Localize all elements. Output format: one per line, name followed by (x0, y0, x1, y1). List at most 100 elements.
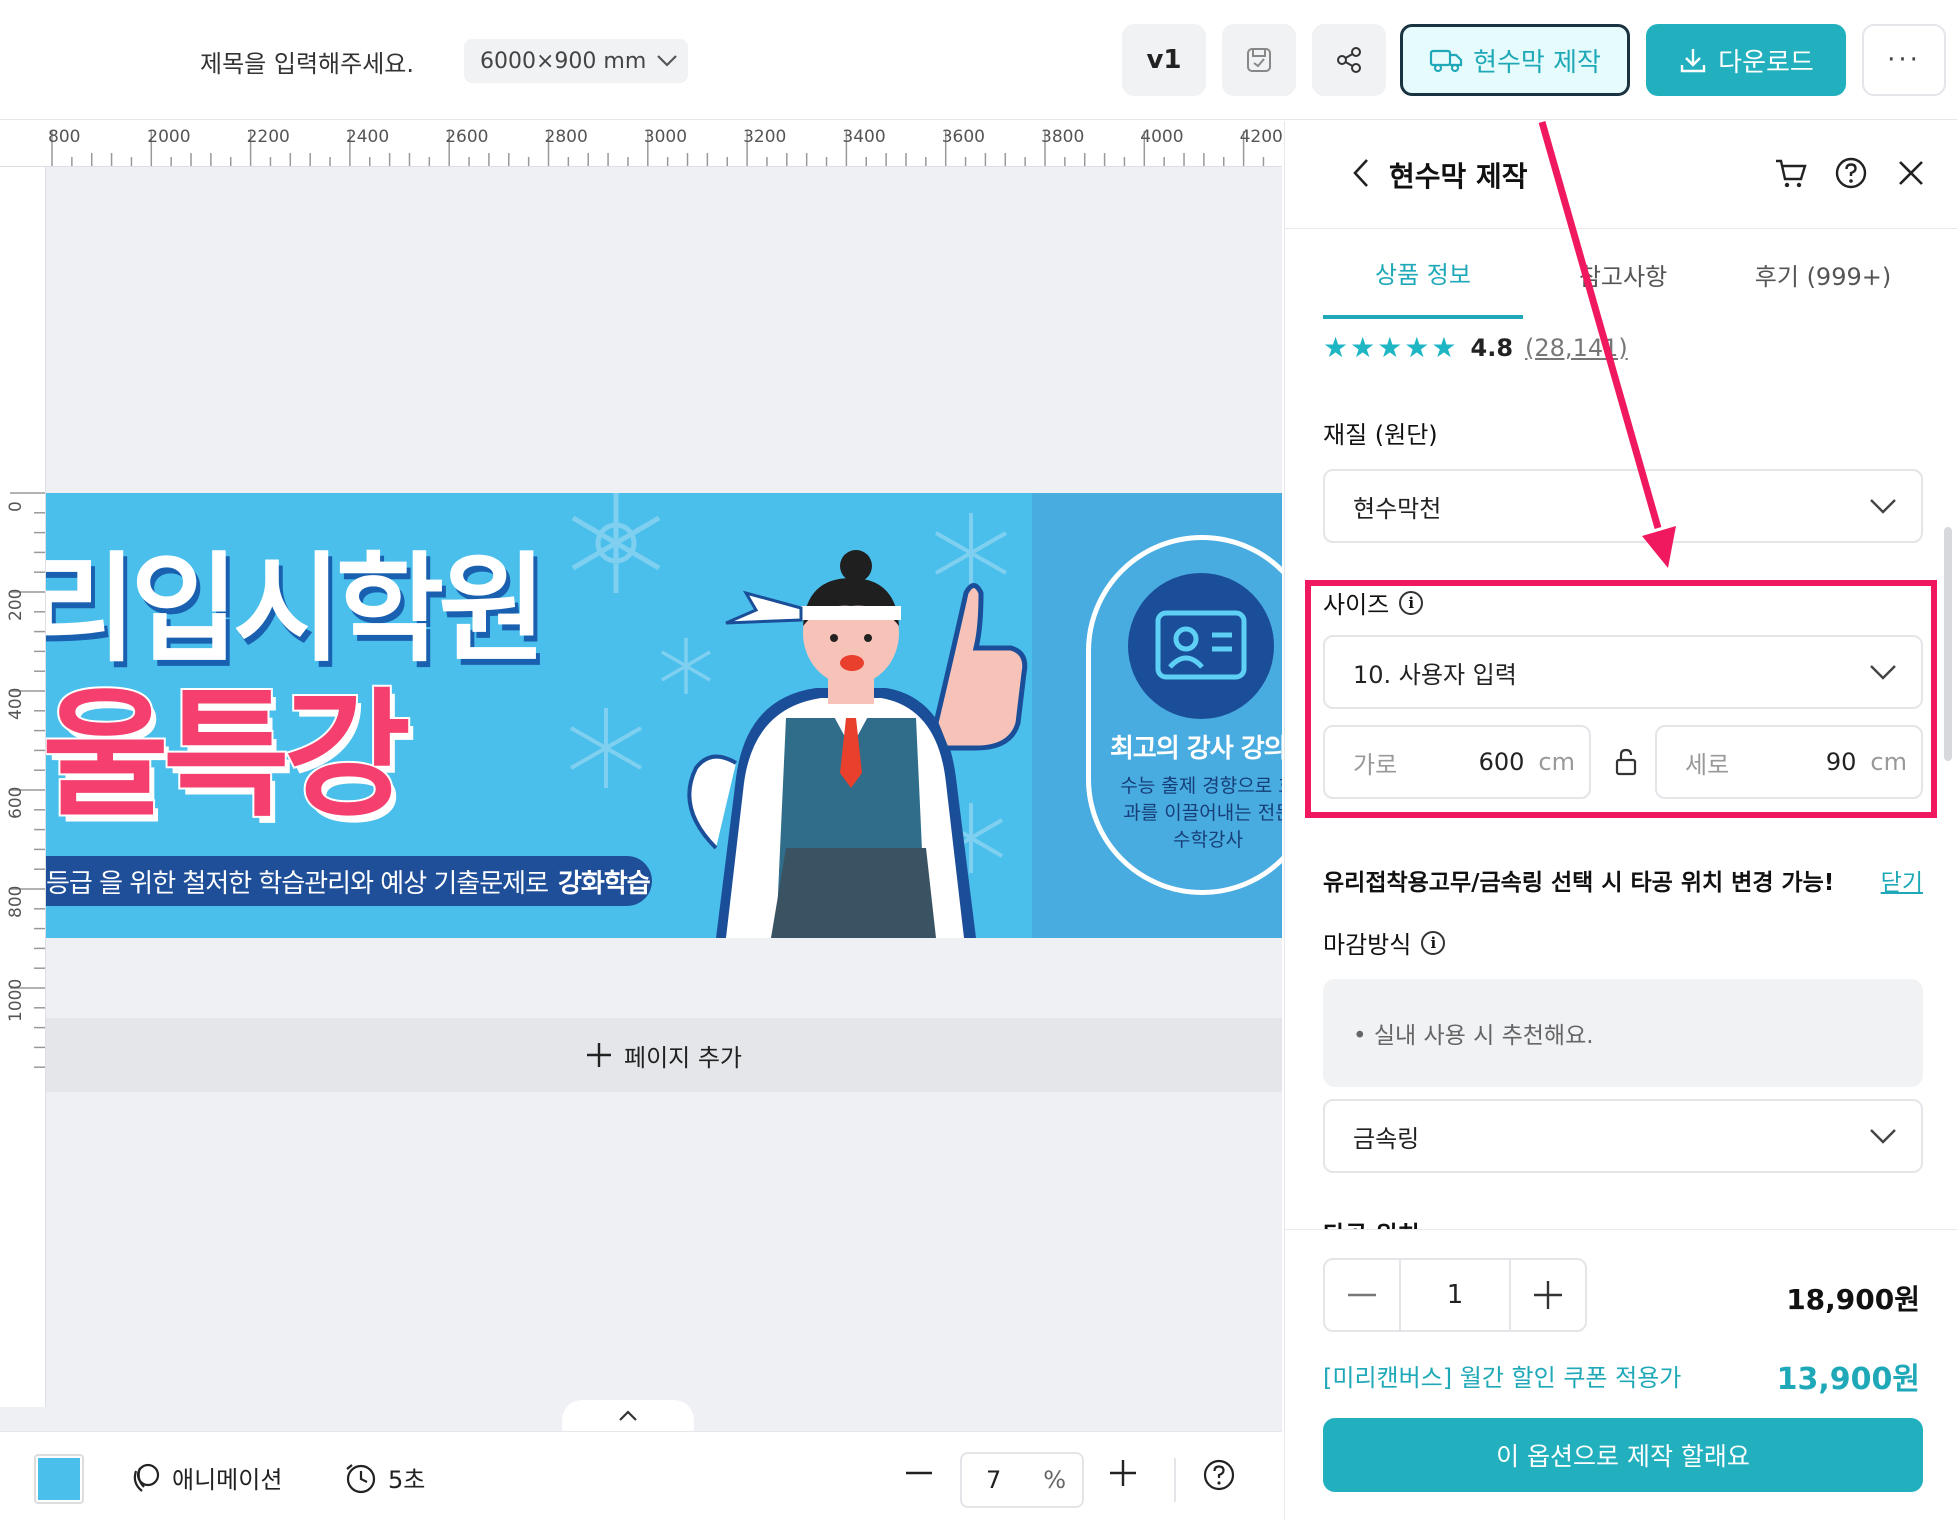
ruler-label: 3800 (1041, 127, 1085, 147)
download-button[interactable]: 다운로드 (1646, 24, 1846, 96)
duration-label: 5초 (388, 1466, 426, 1494)
material-label: 재질 (원단) (1323, 415, 1438, 450)
document-title-input[interactable]: 제목을 입력해주세요. (200, 44, 414, 79)
plus-icon (1110, 1460, 1136, 1486)
ruler-ticks (51, 131, 1265, 166)
badge-title: 최고의 강사 강의 (1110, 734, 1282, 764)
ruler-label: 4000 (1140, 127, 1184, 147)
zoom-input[interactable]: 7 % (960, 1452, 1084, 1508)
tab-notes[interactable]: 참고사항 (1523, 229, 1723, 319)
banner-make-button[interactable]: 현수막 제작 (1400, 24, 1630, 96)
finish-dropdown[interactable]: 금속링 (1323, 1099, 1923, 1173)
chevron-down-icon (1870, 499, 1896, 514)
finish-hint: • 실내 사용 시 추천해요. (1323, 979, 1923, 1087)
ruler-label: 3400 (842, 127, 886, 147)
help-button[interactable] (1829, 151, 1873, 195)
bottom-toolbar: 애니메이션 5초 7 % (0, 1431, 1282, 1520)
minus-icon (906, 1471, 932, 1475)
download-icon (1680, 49, 1706, 73)
share-button[interactable] (1312, 24, 1386, 96)
snowflake-icon (570, 708, 642, 788)
tab-product-info[interactable]: 상품 정보 (1323, 229, 1523, 319)
help-button[interactable] (1202, 1458, 1236, 1492)
rating-score: 4.8 (1470, 333, 1514, 362)
canvas-size-dropdown[interactable]: 6000×900 mm (464, 39, 688, 83)
tab-reviews[interactable]: 후기 (999+) (1723, 229, 1923, 319)
material-label-text: 재질 (원단) (1323, 421, 1438, 449)
version-button[interactable]: v1 (1122, 24, 1206, 96)
plus-icon (586, 1043, 611, 1067)
ruler-label: 4200 (1239, 127, 1282, 147)
ruler-label: 400 (6, 687, 26, 720)
chevron-down-icon (657, 55, 678, 67)
background-color-swatch[interactable] (34, 1454, 84, 1504)
ruler-label: 800 (48, 127, 81, 147)
product-panel: 현수막 제작 상품 정보 참고사항 후기 (999+) ★★★★★ 4.8 (2… (1284, 121, 1957, 1520)
toolbar-divider (1174, 1458, 1176, 1502)
cart-button[interactable] (1769, 151, 1813, 195)
panel-title: 현수막 제작 (1389, 160, 1528, 193)
ruler-label: 0 (6, 501, 26, 512)
banner-make-label: 현수막 제작 (1473, 47, 1601, 78)
review-count-link[interactable]: (28,141) (1525, 334, 1628, 362)
add-page-label: 페이지 추가 (623, 1043, 743, 1072)
color-fill (38, 1458, 80, 1500)
ruler-label: 3200 (743, 127, 787, 147)
truck-icon (1429, 49, 1463, 73)
canvas-size-value: 6000×900 mm (480, 48, 647, 74)
material-dropdown[interactable]: 현수막천 (1323, 469, 1923, 543)
decrease-quantity-button[interactable] (1325, 1260, 1399, 1330)
zoom-in-button[interactable] (1108, 1458, 1138, 1488)
ruler-label: 3000 (643, 127, 688, 147)
star-rating-icon: ★★★★★ (1323, 331, 1459, 364)
increase-quantity-button[interactable] (1511, 1260, 1585, 1330)
ruler-label: 2800 (544, 127, 588, 147)
panel-header: 현수막 제작 (1285, 121, 1957, 229)
save-button[interactable] (1222, 24, 1296, 96)
chevron-up-icon (619, 1410, 637, 1421)
notice-close-link[interactable]: 닫기 (1881, 863, 1923, 897)
minus-icon (1348, 1293, 1376, 1297)
ruler-label: 2200 (246, 127, 290, 147)
price: 18,900원 (1786, 1283, 1920, 1316)
zoom-unit: % (1043, 1466, 1066, 1494)
panel-scrollbar[interactable] (1944, 527, 1952, 761)
cart-icon (1776, 159, 1807, 188)
close-button[interactable] (1889, 151, 1933, 195)
product-rating: ★★★★★ 4.8 (28,141) (1323, 331, 1628, 364)
duration-button[interactable]: 5초 (344, 1460, 425, 1495)
highlight-annotation-box (1305, 580, 1937, 818)
horizontal-ruler: 800 2000 2200 2400 2600 2800 3000 3200 3400 3600 3… (0, 121, 1282, 167)
ruler-label: 200 (6, 588, 26, 621)
quantity-stepper: 1 (1323, 1258, 1587, 1332)
back-button[interactable] (1339, 151, 1383, 195)
app-window: 제목을 입력해주세요. 6000×900 mm v1 현수막 제작 다운로드 ·… (0, 0, 1957, 1520)
banner-subheadline: 울특강 (46, 673, 413, 838)
coupon-label: [미리캔버스] 월간 할인 쿠폰 적용가 (1323, 1364, 1682, 1392)
banner-tagline-bold: 강화학습 (558, 868, 651, 899)
zoom-out-button[interactable] (904, 1458, 934, 1488)
add-page-button[interactable]: 페이지 추가 (46, 1018, 1282, 1092)
quantity-value[interactable]: 1 (1399, 1260, 1511, 1330)
animation-label: 애니메이션 (172, 1466, 283, 1494)
animation-button[interactable]: 애니메이션 (128, 1460, 282, 1495)
zoom-value: 7 (986, 1466, 1002, 1494)
ruler-label: 2400 (345, 127, 390, 147)
download-label: 다운로드 (1718, 47, 1814, 78)
order-footer: 1 18,900원 [미리캔버스] 월간 할인 쿠폰 적용가 13,900원 이… (1285, 1229, 1957, 1520)
notice-text: 유리접착용고무/금속링 선택 시 타공 위치 변경 가능! (1323, 870, 1835, 896)
order-with-option-button[interactable]: 이 옵션으로 제작 할래요 (1323, 1418, 1923, 1492)
vertical-ruler: 0 200 400 600 800 1000 (0, 167, 46, 1407)
banner-design[interactable]: 리입시학원 울특강 등급 을 위한 철저한 학습관리와 예상 기출문제로 강화학… (46, 493, 1282, 938)
more-menu-button[interactable]: ··· (1862, 24, 1946, 96)
material-value: 현수막천 (1353, 494, 1442, 523)
panel-tabs: 상품 정보 참고사항 후기 (999+) (1323, 229, 1923, 319)
chevron-left-icon (1353, 159, 1368, 187)
info-icon[interactable]: i (1421, 930, 1446, 955)
plus-icon (1534, 1281, 1562, 1309)
banner-tagline: 등급 을 위한 철저한 학습관리와 예상 기출문제로 강화학습 (46, 856, 652, 906)
share-icon (1337, 47, 1361, 73)
finish-label-text: 마감방식 (1323, 931, 1412, 959)
collapse-pages-tab[interactable] (562, 1400, 694, 1432)
help-icon (1203, 1459, 1235, 1491)
